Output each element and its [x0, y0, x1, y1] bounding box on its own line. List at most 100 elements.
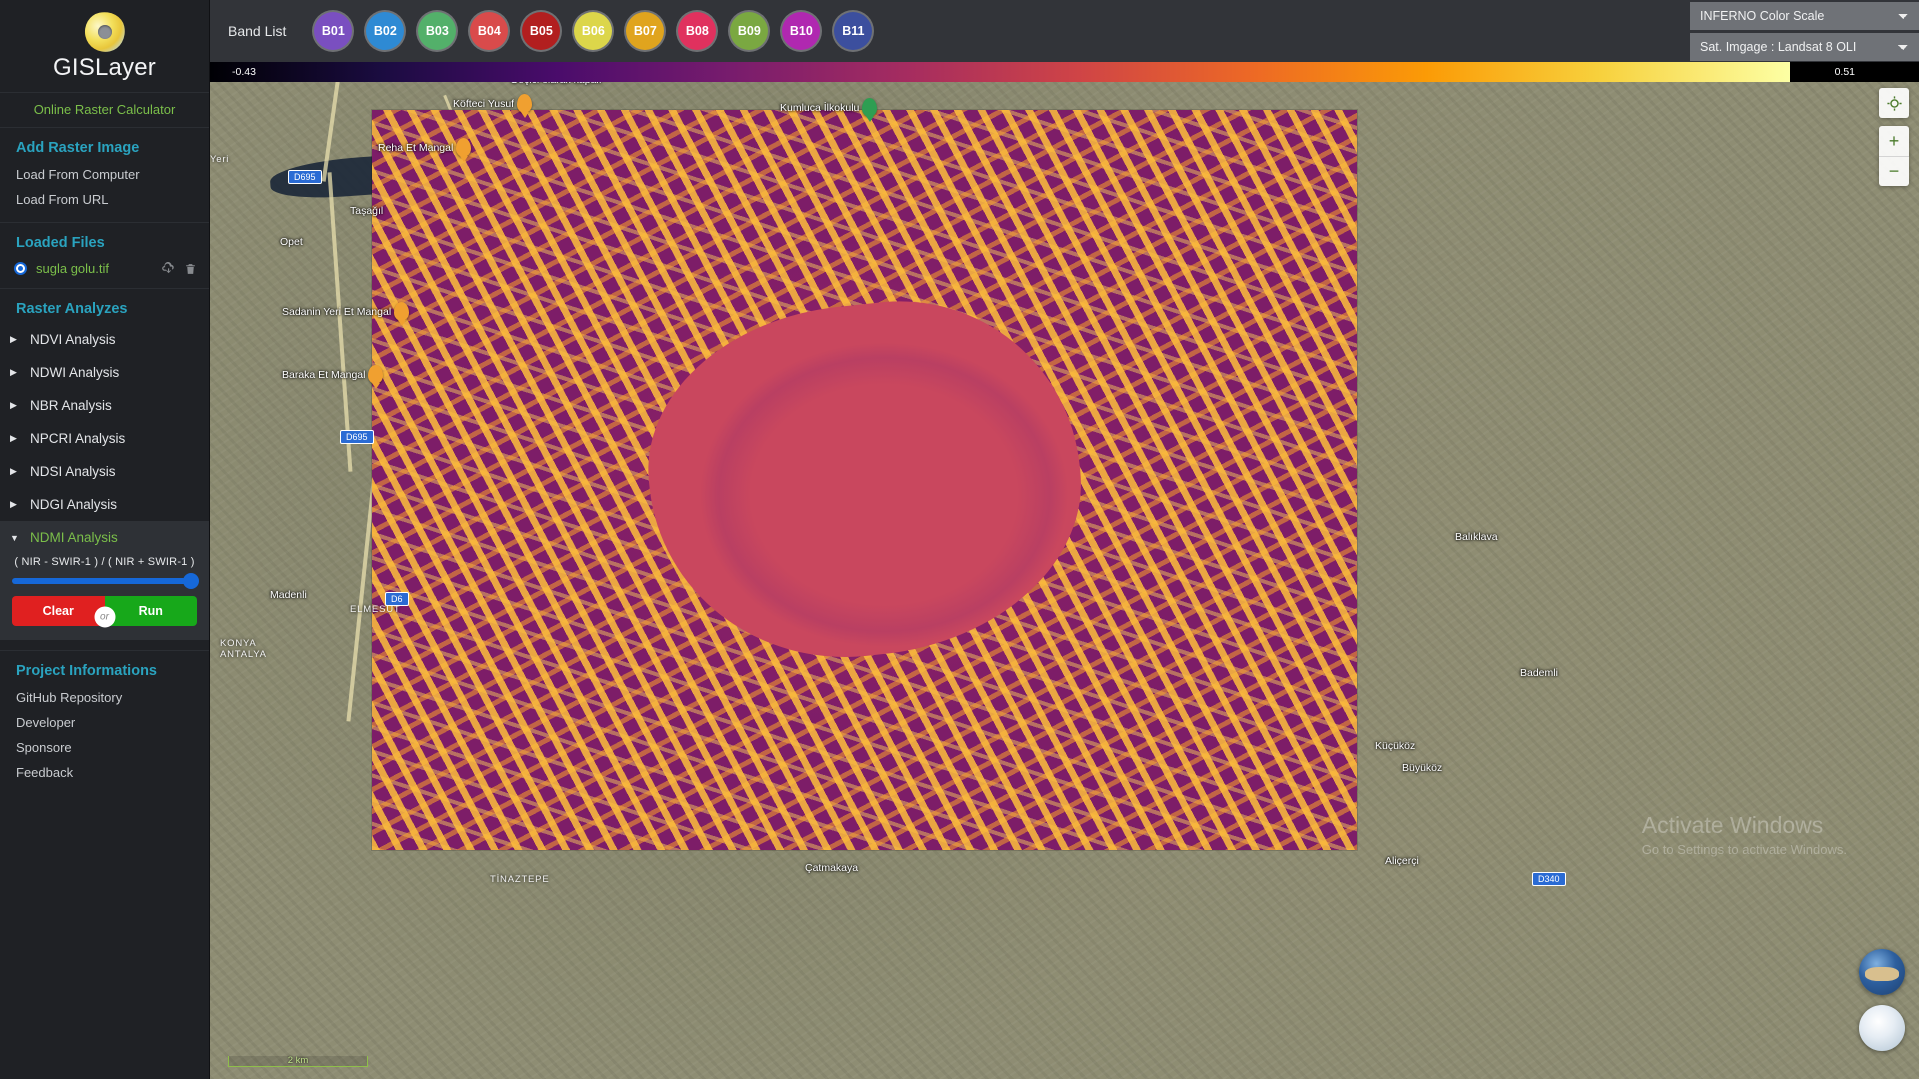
- or-separator: or: [94, 606, 115, 628]
- satellite-select[interactable]: Sat. Imgage : Landsat 8 OLI: [1690, 32, 1919, 61]
- analysis-item-ndmi[interactable]: ▼ NDMI Analysis: [0, 521, 209, 554]
- map-poi[interactable]: Aliçerçi: [1385, 855, 1419, 867]
- band-button-b07[interactable]: B07: [626, 12, 665, 50]
- analysis-item-nbr[interactable]: ▶ NBR Analysis: [0, 389, 209, 422]
- ndmi-formula: ( NIR - SWIR-1 ) / ( NIR + SWIR-1 ): [14, 556, 195, 568]
- band-button-b01[interactable]: B01: [314, 12, 353, 50]
- analysis-label: NDVI Analysis: [30, 332, 116, 347]
- topbar: Band List B01 B02 B03 B04 B05 B06 B07 B08 B09 B10…: [210, 0, 1919, 62]
- globe-terrain-icon[interactable]: [1859, 1005, 1905, 1051]
- color-scale-legend: -0.43 0.51: [210, 62, 1919, 82]
- feedback-link[interactable]: Feedback: [0, 760, 209, 785]
- slider-knob[interactable]: [183, 573, 199, 589]
- band-list-label: Band List: [228, 23, 287, 39]
- github-repository-link[interactable]: GitHub Repository: [0, 685, 209, 710]
- poi-label: Balıklava: [1455, 531, 1498, 543]
- opacity-slider[interactable]: [0, 573, 209, 596]
- analysis-label: NBR Analysis: [30, 398, 112, 413]
- project-informations-section: Project Informations GitHub Repository D…: [0, 651, 209, 795]
- ndmi-actions: Clear Run or: [0, 596, 209, 640]
- band-button-b02[interactable]: B02: [366, 12, 405, 50]
- band-button-b08[interactable]: B08: [678, 12, 717, 50]
- band-button-b04[interactable]: B04: [470, 12, 509, 50]
- band-button-b10[interactable]: B10: [782, 12, 821, 50]
- map-poi[interactable]: Reha Et Mangal: [378, 138, 472, 157]
- brand: GISLayer: [0, 0, 209, 92]
- restaurant-pin-icon[interactable]: [394, 302, 410, 321]
- map-poi[interactable]: Sadanin Yeri Et Mangal: [282, 302, 410, 321]
- analysis-item-ndgi[interactable]: ▶ NDGI Analysis: [0, 488, 209, 521]
- load-from-computer-link[interactable]: Load From Computer: [0, 162, 209, 187]
- band-button-b03[interactable]: B03: [418, 12, 457, 50]
- school-pin-icon[interactable]: [862, 98, 878, 117]
- band-button-b11[interactable]: B11: [834, 12, 873, 50]
- restaurant-pin-icon[interactable]: [368, 365, 384, 384]
- poi-label: Opet: [280, 236, 303, 248]
- map-poi[interactable]: Kumluca İlkokulu: [780, 98, 878, 117]
- color-scale-select[interactable]: INFERNO Color Scale: [1690, 1, 1919, 30]
- chevron-right-icon: ▶: [10, 499, 17, 509]
- restaurant-pin-icon[interactable]: [517, 94, 533, 113]
- restaurant-pin-icon[interactable]: [456, 138, 472, 157]
- load-from-url-link[interactable]: Load From URL: [0, 187, 209, 212]
- locate-icon[interactable]: [1879, 88, 1909, 118]
- clear-button[interactable]: Clear: [12, 596, 105, 626]
- raster-overlay[interactable]: [372, 110, 1357, 850]
- map-poi[interactable]: Bademli: [1520, 667, 1558, 679]
- zoom-in-button[interactable]: +: [1879, 126, 1909, 156]
- trash-icon[interactable]: [184, 262, 197, 276]
- poi-label: Bademli: [1520, 667, 1558, 679]
- download-icon[interactable]: [161, 261, 175, 276]
- gislayer-app: GISLayer Online Raster Calculator Add Ra…: [0, 0, 1919, 1079]
- band-button-b05[interactable]: B05: [522, 12, 561, 50]
- chevron-down-icon: ▼: [10, 532, 19, 543]
- raster-analyzes-section: Raster Analyzes ▶ NDVI Analysis ▶ NDWI A…: [0, 289, 209, 651]
- analysis-label: NDGI Analysis: [30, 497, 118, 512]
- map-poi[interactable]: Baraka Et Mangal: [282, 365, 384, 384]
- poi-label: Köfteci Yusuf: [453, 97, 515, 110]
- map-poi[interactable]: Büyüköz: [1402, 762, 1442, 774]
- map-poi[interactable]: Madenli: [270, 589, 307, 601]
- chevron-right-icon: ▶: [10, 334, 17, 344]
- analysis-item-npcri[interactable]: ▶ NPCRI Analysis: [0, 422, 209, 455]
- map-poi[interactable]: Çatmakaya: [805, 862, 858, 874]
- app-title: GISLayer: [53, 54, 156, 81]
- map-poi[interactable]: Köfteci Yusuf: [453, 94, 533, 113]
- analysis-item-ndwi[interactable]: ▶ NDWI Analysis: [0, 356, 209, 389]
- band-button-b09[interactable]: B09: [730, 12, 769, 50]
- map-canvas[interactable]: Geçici olarak kapalıKöfteci YusufKumluca…: [210, 62, 1919, 1079]
- map-poi[interactable]: Küçüköz: [1375, 740, 1415, 752]
- road-shield: D695: [288, 170, 322, 184]
- band-button-b06[interactable]: B06: [574, 12, 613, 50]
- analysis-label: NDMI Analysis: [30, 530, 118, 545]
- sidebar: GISLayer Online Raster Calculator Add Ra…: [0, 0, 210, 1079]
- chevron-right-icon: ▶: [10, 367, 17, 377]
- region-label: Yeri: [210, 154, 230, 165]
- run-button[interactable]: Run: [104, 596, 197, 626]
- analysis-item-ndvi[interactable]: ▶ NDVI Analysis: [0, 323, 209, 356]
- project-informations-title: Project Informations: [16, 663, 157, 679]
- map-scale-bar: 2 km: [228, 1055, 368, 1067]
- poi-label: Baraka Et Mangal: [282, 368, 366, 381]
- raster-analyzes-title: Raster Analyzes: [16, 301, 128, 317]
- list-item[interactable]: sugla golu.tif: [0, 257, 209, 278]
- map-poi[interactable]: Balıklava: [1455, 531, 1498, 543]
- map-poi[interactable]: Opet: [280, 236, 303, 248]
- loaded-files-section: Loaded Files sugla golu.tif: [0, 223, 209, 289]
- file-radio[interactable]: [14, 262, 27, 275]
- region-label: TİNAZTEPE: [490, 874, 550, 885]
- road-shield: D6: [385, 592, 409, 606]
- globe-satellite-icon[interactable]: [1859, 949, 1905, 995]
- map-poi[interactable]: Taşağıl: [350, 205, 383, 217]
- locate-control[interactable]: [1879, 88, 1909, 118]
- analysis-item-ndsi[interactable]: ▶ NDSI Analysis: [0, 455, 209, 488]
- zoom-out-button[interactable]: −: [1879, 156, 1909, 186]
- poi-label: Kumluca İlkokulu: [780, 101, 860, 114]
- road-shield: D695: [340, 430, 374, 444]
- poi-label: Küçüköz: [1375, 740, 1416, 752]
- legend-max-value: 0.51: [1834, 66, 1855, 78]
- topbar-selects: INFERNO Color Scale Sat. Imgage : Landsa…: [1690, 0, 1919, 62]
- sponsore-link[interactable]: Sponsore: [0, 735, 209, 760]
- chevron-right-icon: ▶: [10, 433, 17, 443]
- developer-link[interactable]: Developer: [0, 710, 209, 735]
